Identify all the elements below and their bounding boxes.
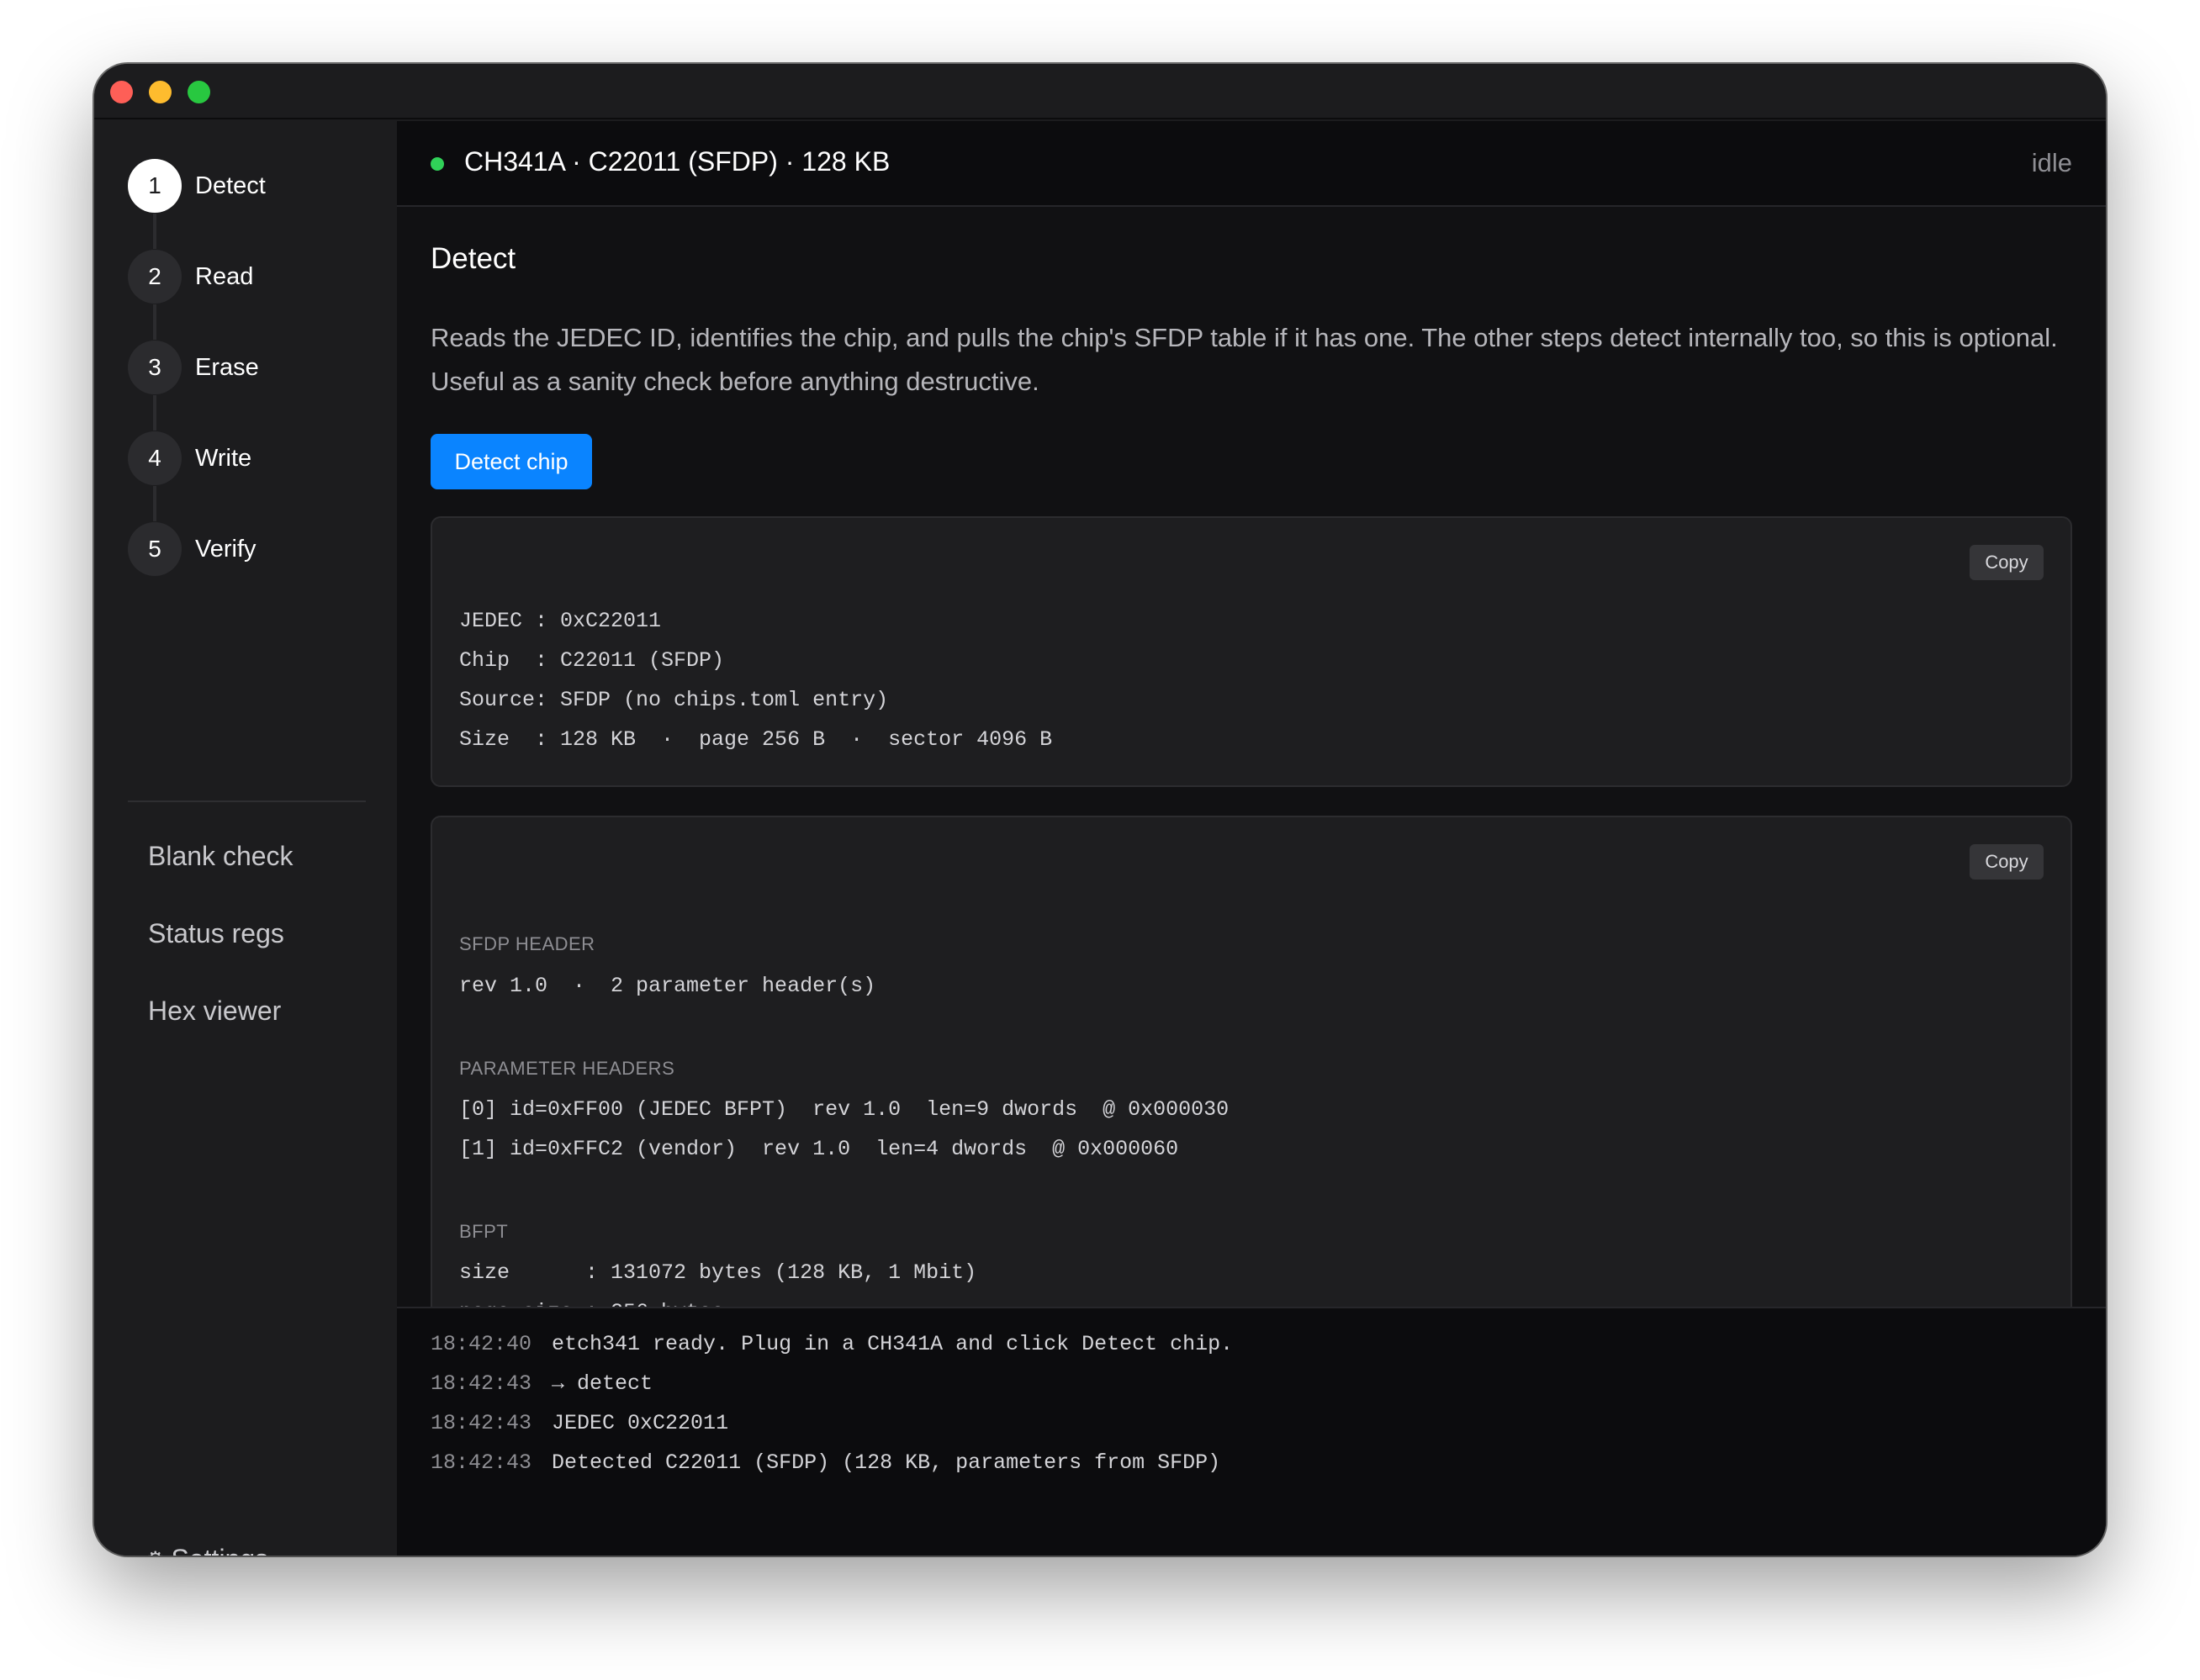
step-number: 3 <box>128 341 182 394</box>
main-area: CH341A · C22011 (SFDP) · 128 KB idle Det… <box>397 121 2106 1556</box>
gear-icon: ⚙ <box>146 1547 165 1556</box>
tool-hex-viewer[interactable]: Hex viewer <box>148 996 281 1027</box>
log-message: → detect <box>552 1371 653 1396</box>
bfpt-line: size : 131072 bytes (128 KB, 1 Mbit) <box>459 1260 977 1285</box>
title-bar <box>94 64 2106 119</box>
content-scroll-area[interactable]: Detect Reads the JEDEC ID, identifies th… <box>397 209 2106 1307</box>
step-label: Verify <box>195 535 256 563</box>
log-line: 18:42:43 → detect <box>431 1371 653 1396</box>
summary-line: JEDEC : 0xC22011 <box>459 609 662 633</box>
step-label: Read <box>195 262 254 290</box>
step-detect[interactable]: 1 Detect <box>128 158 380 214</box>
step-connector <box>153 486 156 521</box>
log-console[interactable]: 18:42:40 etch341 ready. Plug in a CH341A … <box>397 1307 2106 1556</box>
device-title: CH341A · C22011 (SFDP) · 128 KB <box>464 146 891 177</box>
device-header: CH341A · C22011 (SFDP) · 128 KB idle <box>397 121 2106 207</box>
step-label: Write <box>195 444 252 472</box>
step-connector <box>153 214 156 249</box>
maximize-window-button[interactable] <box>188 81 210 103</box>
step-write[interactable]: 4 Write <box>128 431 380 486</box>
log-line: 18:42:43 Detected C22011 (SFDP) (128 KB, … <box>431 1450 1220 1475</box>
log-timestamp: 18:42:40 <box>431 1332 532 1356</box>
connection-status-dot <box>431 157 444 171</box>
settings-label: Settings <box>172 1544 269 1556</box>
step-number: 5 <box>128 522 182 576</box>
log-line: 18:42:43 JEDEC 0xC22011 <box>431 1411 728 1435</box>
sfdp-header-line: rev 1.0 · 2 parameter header(s) <box>459 974 876 998</box>
log-message: JEDEC 0xC22011 <box>552 1411 729 1435</box>
bfpt-line: page size : 256 bytes <box>459 1300 724 1307</box>
step-number: 2 <box>128 250 182 304</box>
step-number: 4 <box>128 431 182 485</box>
sidebar-divider <box>128 800 366 802</box>
sfdp-panel: Copy SFDP HEADER rev 1.0 · 2 parameter h… <box>431 816 2072 1307</box>
copy-sfdp-button[interactable]: Copy <box>1970 844 2044 880</box>
device-state: idle <box>2031 148 2072 177</box>
parameter-headers-heading: PARAMETER HEADERS <box>459 1058 675 1079</box>
step-connector <box>153 395 156 431</box>
close-window-button[interactable] <box>110 81 133 103</box>
step-connector <box>153 304 156 340</box>
step-verify[interactable]: 5 Verify <box>128 521 380 577</box>
log-message: etch341 ready. Plug in a CH341A and clic… <box>552 1332 1234 1356</box>
log-timestamp: 18:42:43 <box>431 1411 532 1435</box>
settings-button[interactable]: ⚙ Settings <box>146 1544 268 1556</box>
summary-line: Size : 128 KB · page 256 B · sector 4096… <box>459 727 1053 752</box>
sfdp-header-heading: SFDP HEADER <box>459 933 595 954</box>
app-window: 1 Detect 2 Read 3 Erase 4 Write 5 Verify… <box>94 64 2106 1556</box>
section-title: Detect <box>431 242 516 275</box>
tool-status-regs[interactable]: Status regs <box>148 918 284 949</box>
log-timestamp: 18:42:43 <box>431 1450 532 1475</box>
step-number: 1 <box>128 159 182 213</box>
log-message: Detected C22011 (SFDP) (128 KB, paramete… <box>552 1450 1221 1475</box>
summary-line: Source: SFDP (no chips.toml entry) <box>459 688 889 712</box>
parameter-header-line: [1] id=0xFFC2 (vendor) rev 1.0 len=4 dwo… <box>459 1137 1179 1161</box>
step-label: Erase <box>195 353 259 381</box>
parameter-header-line: [0] id=0xFF00 (JEDEC BFPT) rev 1.0 len=9… <box>459 1097 1230 1122</box>
log-timestamp: 18:42:43 <box>431 1371 532 1396</box>
minimize-window-button[interactable] <box>149 81 172 103</box>
summary-line: Chip : C22011 (SFDP) <box>459 648 725 673</box>
step-label: Detect <box>195 172 266 199</box>
summary-panel: Copy JEDEC : 0xC22011 Chip : C22011 (SFD… <box>431 516 2072 787</box>
step-erase[interactable]: 3 Erase <box>128 340 380 395</box>
copy-summary-button[interactable]: Copy <box>1970 545 2044 580</box>
bfpt-heading: BFPT <box>459 1221 509 1242</box>
sidebar: 1 Detect 2 Read 3 Erase 4 Write 5 Verify… <box>94 121 397 1556</box>
tool-blank-check[interactable]: Blank check <box>148 841 294 872</box>
section-description: Reads the JEDEC ID, identifies the chip,… <box>431 323 2058 396</box>
detect-chip-button[interactable]: Detect chip <box>431 434 592 489</box>
step-read[interactable]: 2 Read <box>128 249 380 304</box>
log-line: 18:42:40 etch341 ready. Plug in a CH341A … <box>431 1332 1233 1356</box>
